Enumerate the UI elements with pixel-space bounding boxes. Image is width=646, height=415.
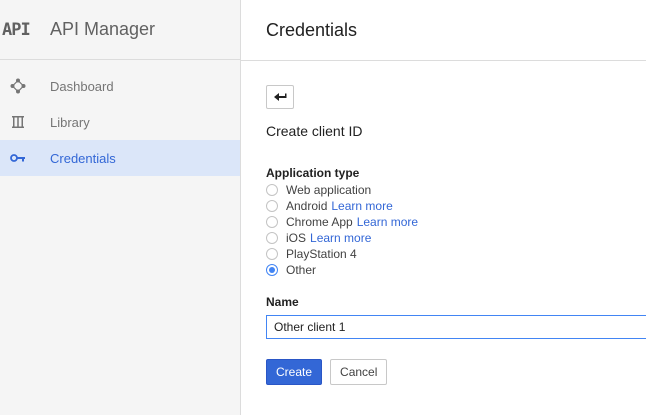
- option-label: Android: [286, 199, 328, 213]
- option-label: PlayStation 4: [286, 247, 357, 261]
- sidebar-item-label: Library: [50, 114, 90, 130]
- sidebar-item-library[interactable]: Library: [0, 104, 240, 140]
- radio-android[interactable]: [266, 200, 278, 212]
- sidebar-item-credentials[interactable]: Credentials: [0, 140, 240, 176]
- radio-web-application[interactable]: [266, 184, 278, 196]
- option-android: Android Learn more: [266, 198, 646, 214]
- option-chrome-app: Chrome App Learn more: [266, 214, 646, 230]
- dashboard-icon: [0, 78, 36, 94]
- back-arrow-icon: [273, 90, 287, 105]
- library-icon: [0, 115, 36, 129]
- sidebar-nav: Dashboard Library Credentials: [0, 68, 240, 176]
- learn-more-link-android[interactable]: Learn more: [331, 199, 392, 213]
- back-button[interactable]: [266, 85, 294, 109]
- option-ios: iOS Learn more: [266, 230, 646, 246]
- option-other: Other: [266, 262, 646, 278]
- radio-ios[interactable]: [266, 232, 278, 244]
- option-label: iOS: [286, 231, 307, 245]
- sidebar-header: API API Manager: [0, 0, 240, 60]
- main-header: Credentials: [241, 0, 646, 61]
- option-label: Other: [286, 263, 317, 277]
- name-input[interactable]: [266, 315, 646, 339]
- app-title: API Manager: [50, 19, 156, 39]
- learn-more-link-ios[interactable]: Learn more: [310, 231, 371, 245]
- credentials-form: Create client ID Application type Web ap…: [241, 85, 646, 385]
- application-type-options: Web application Android Learn more Chrom…: [266, 182, 646, 278]
- radio-other[interactable]: [266, 264, 278, 276]
- option-web-application: Web application: [266, 182, 646, 198]
- radio-chrome-app[interactable]: [266, 216, 278, 228]
- sidebar: API API Manager Dashboard Library Creden…: [0, 0, 241, 415]
- application-type-label: Application type: [266, 166, 360, 180]
- cancel-button[interactable]: Cancel: [330, 359, 388, 385]
- sidebar-item-dashboard[interactable]: Dashboard: [0, 68, 240, 104]
- key-icon: [0, 153, 36, 163]
- name-label: Name: [266, 295, 299, 309]
- api-logo: API: [2, 19, 31, 40]
- create-button[interactable]: Create: [266, 359, 323, 385]
- main-panel: Credentials Create client ID Application…: [241, 0, 646, 415]
- learn-more-link-chrome-app[interactable]: Learn more: [357, 215, 418, 229]
- option-label: Chrome App: [286, 215, 353, 229]
- sidebar-item-label: Credentials: [50, 150, 116, 166]
- form-actions: Create Cancel: [266, 359, 646, 385]
- sidebar-item-label: Dashboard: [50, 78, 114, 94]
- option-label: Web application: [286, 183, 372, 197]
- option-playstation-4: PlayStation 4: [266, 246, 646, 262]
- form-subtitle: Create client ID: [266, 123, 363, 139]
- page-title: Credentials: [266, 19, 358, 40]
- radio-playstation-4[interactable]: [266, 248, 278, 260]
